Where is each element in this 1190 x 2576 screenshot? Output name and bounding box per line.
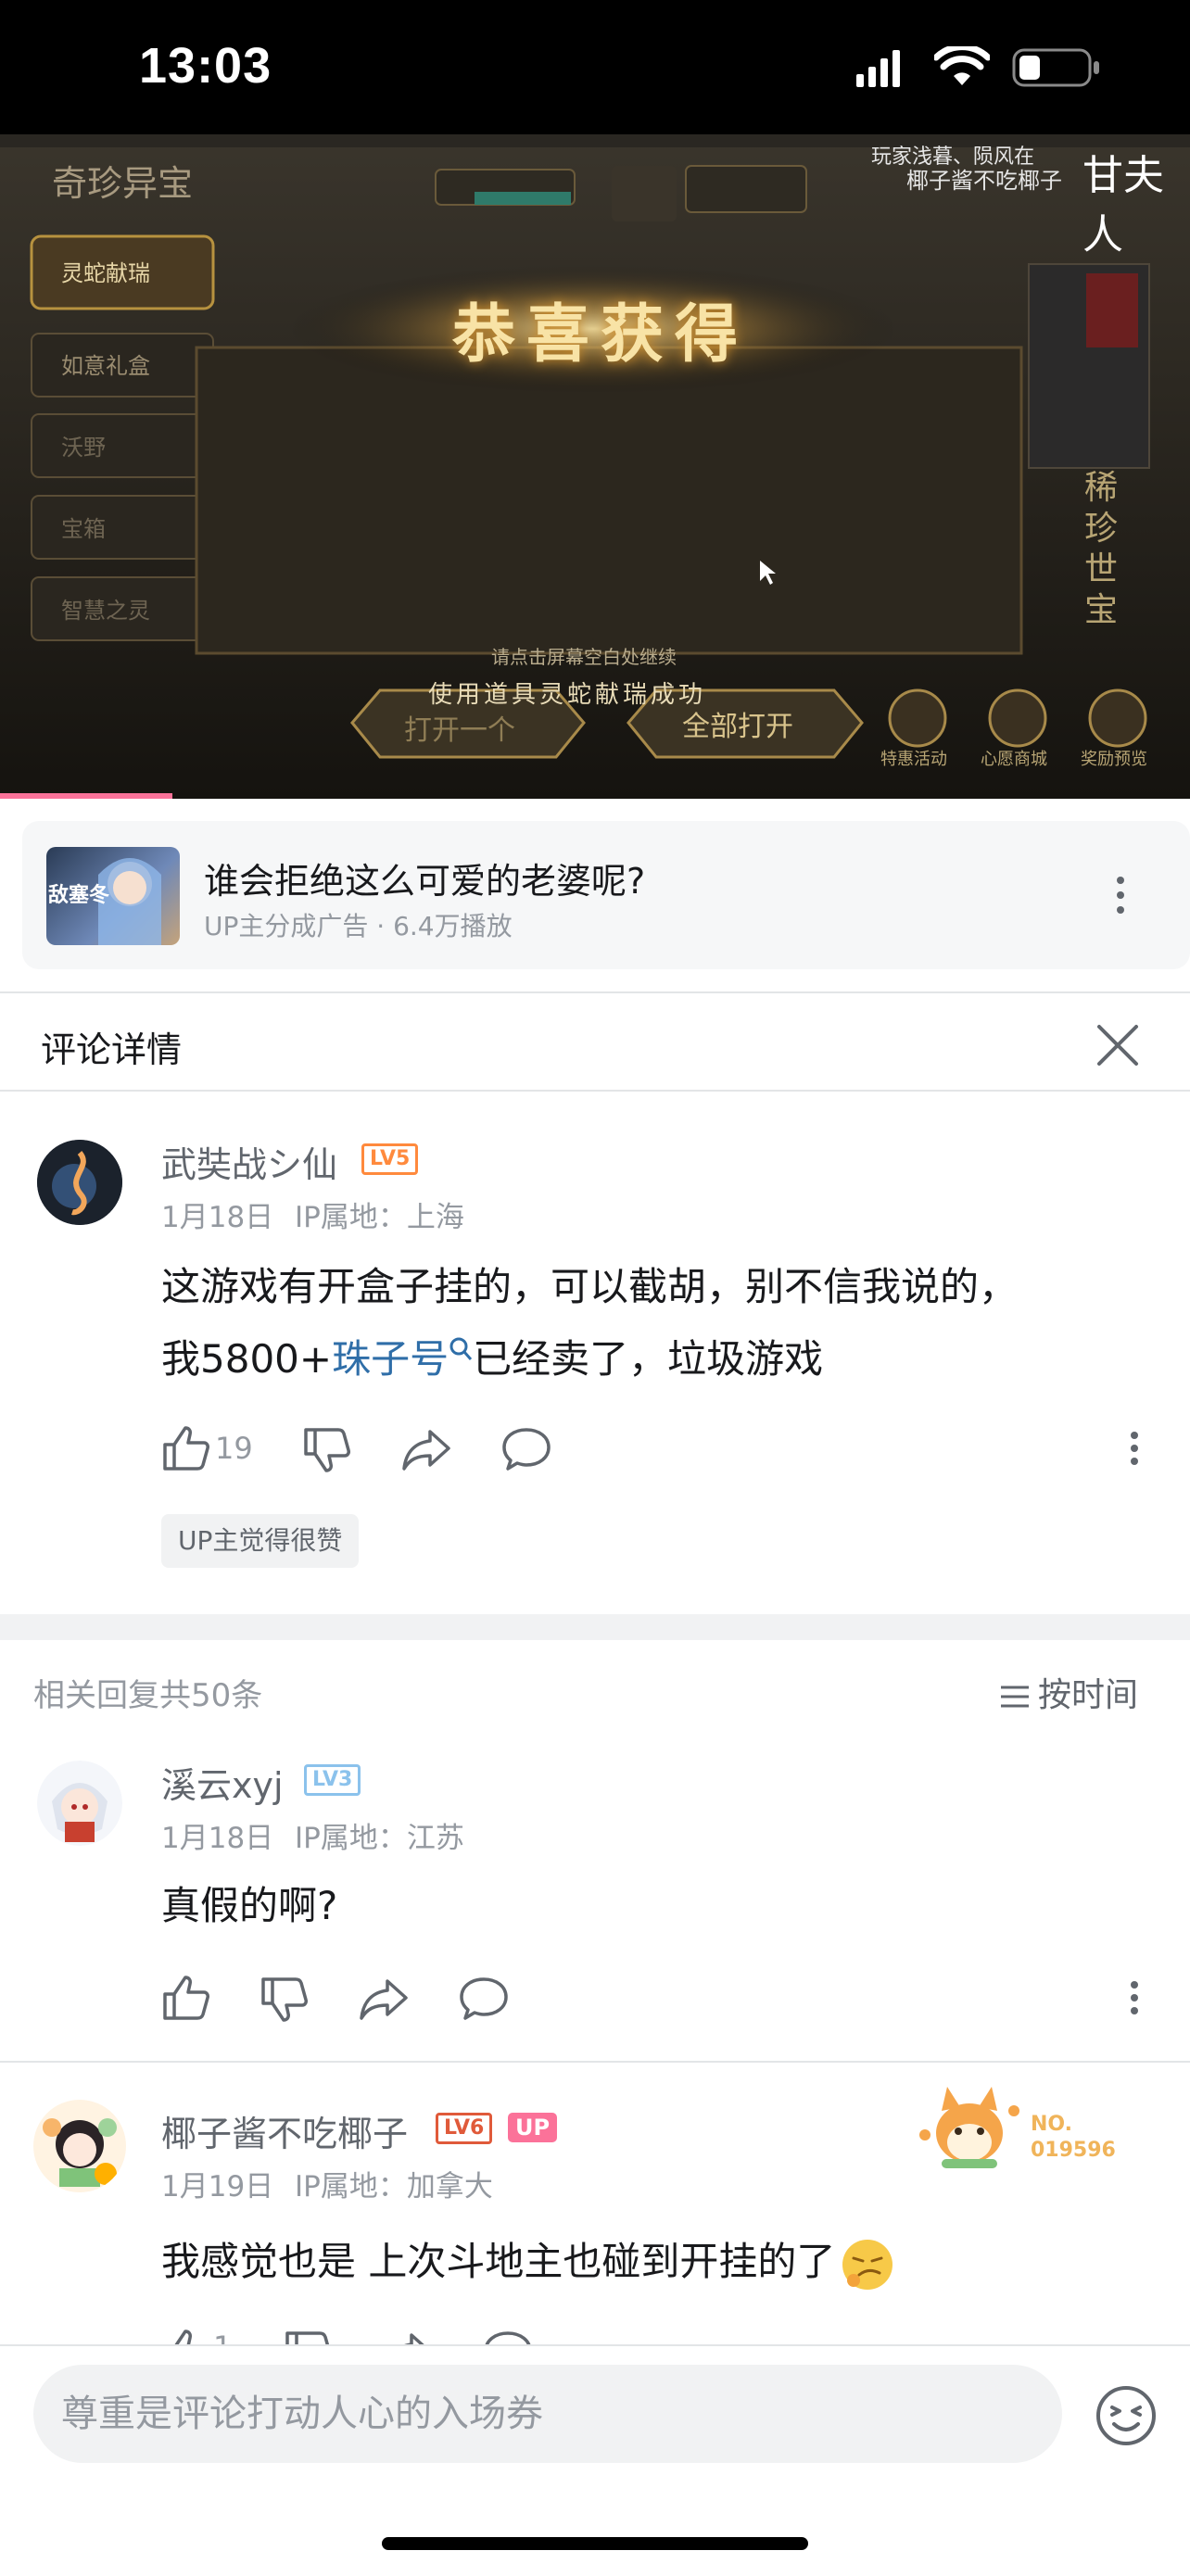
video-top-label: 奇珍异宝 [52, 163, 194, 204]
comment-input[interactable]: 尊重是评论打动人心的入场券 [33, 2365, 1062, 2463]
reply-date: 1月18日 [161, 1822, 274, 1855]
video-uploader-overlay: 椰子酱不吃椰子 [906, 168, 1062, 194]
video-player[interactable]: 奇珍异宝 玩家浅暮、陨风在 椰子酱不吃椰子 甘夫人 灵蛇献瑞 如意礼盒 沃野 宝… [0, 134, 1190, 799]
reply-date: 1月19日 [161, 2170, 274, 2203]
shiba-fan-badge-icon [919, 2087, 1019, 2168]
battery-icon [1012, 48, 1099, 87]
ad-thumb-text: 敌塞冬 [48, 884, 110, 907]
video-bottom-icon-1: 特惠活动 [880, 750, 947, 769]
video-success-text: 使用道具灵蛇献瑞成功 [428, 681, 707, 709]
reply-icon[interactable] [500, 1422, 552, 1474]
reply-ip: IP属地：加拿大 [295, 2170, 493, 2203]
video-bottom-icon-2: 心愿商城 [981, 750, 1047, 769]
video-bottom-icon-3: 奖励预览 [1081, 750, 1147, 769]
emoji-icon[interactable] [1094, 2383, 1158, 2448]
status-bar: 13:03 [0, 0, 1190, 134]
video-side-item-4: 宝箱 [61, 516, 106, 542]
comment-content-line1: 这游戏有开盒子挂的，可以截胡，别不信我说的， [161, 1264, 1019, 1309]
dislike-icon[interactable] [258, 1972, 310, 2024]
like-icon[interactable] [159, 1972, 211, 2024]
cellular-signal-icon [856, 50, 900, 87]
reply-content: 真假的啊? [161, 1883, 338, 1928]
share-icon[interactable] [358, 1972, 410, 2024]
comment-ip: IP属地：上海 [295, 1201, 464, 1234]
ad-card[interactable]: 敌塞冬 谁会拒绝这么可爱的老婆呢? UP主分成广告 · 6.4万播放 [22, 821, 1190, 969]
comment-date: 1月18日 [161, 1201, 274, 1234]
up-liked-badge: UP主觉得很赞 [161, 1514, 360, 1568]
reply-username[interactable]: 椰子酱不吃椰子 [161, 2105, 408, 2156]
like-icon[interactable] [159, 1422, 211, 1474]
wifi-icon [934, 46, 990, 85]
video-progress-bar[interactable] [0, 793, 172, 799]
like-count: 19 [215, 1431, 253, 1466]
more-icon[interactable] [1125, 1421, 1144, 1476]
search-icon[interactable] [449, 1336, 473, 1364]
divider [0, 991, 1190, 993]
more-icon[interactable] [1125, 1970, 1144, 2026]
emoji-sneer-icon [842, 2239, 893, 2290]
level-badge: LV5 [361, 1143, 419, 1175]
divider [0, 2061, 1190, 2063]
comment-detail-title: 评论详情 [41, 1029, 183, 1070]
status-time: 13:03 [139, 38, 272, 94]
comment-content-pre: 我5800+ [161, 1336, 333, 1382]
video-open-one: 打开一个 [404, 714, 515, 747]
up-tag: UP [508, 2113, 558, 2142]
reply-content: 我感觉也是 上次斗地主也碰到开挂的了 [161, 2239, 836, 2284]
reply-ip: IP属地：江苏 [295, 1822, 464, 1855]
home-indicator[interactable] [382, 2537, 808, 2550]
video-watermark: 甘夫人 [1082, 152, 1164, 259]
close-icon[interactable] [1090, 1017, 1146, 1073]
comment-content-post: 已经卖了，垃圾游戏 [473, 1336, 824, 1382]
reply-icon[interactable] [458, 1972, 510, 2024]
video-reward-title: 恭喜获得 [452, 297, 750, 372]
video-side-item-3: 沃野 [61, 435, 106, 461]
sort-icon [1001, 1686, 1029, 1708]
fan-number: 019596 [1031, 2139, 1116, 2162]
level-badge: LV3 [304, 1764, 361, 1796]
sort-label: 按时间 [1038, 1676, 1139, 1714]
fan-number-label: NO. [1031, 2113, 1072, 2136]
reply-username[interactable]: 溪云xyj [161, 1757, 284, 1808]
video-side-item-2: 如意礼盒 [61, 353, 150, 379]
level-badge: LV6 [436, 2113, 493, 2144]
avatar[interactable] [37, 1761, 122, 1846]
ad-more-icon[interactable] [1107, 867, 1134, 923]
section-separator [0, 1614, 1190, 1640]
ad-thumbnail[interactable]: 敌塞冬 [46, 847, 180, 945]
divider [0, 1090, 1190, 1092]
video-right-vertical: 稀珍世宝 [1084, 469, 1119, 629]
search-link[interactable]: 珠子号 [332, 1336, 449, 1382]
sort-button[interactable]: 按时间 [999, 1668, 1138, 1716]
ad-subtitle: UP主分成广告 · 6.4万播放 [204, 911, 513, 941]
avatar[interactable] [33, 2100, 126, 2192]
video-side-item-5: 智慧之灵 [61, 598, 150, 624]
share-icon[interactable] [400, 1422, 452, 1474]
ad-title[interactable]: 谁会拒绝这么可爱的老婆呢? [204, 852, 645, 903]
video-hint: 请点击屏幕空白处继续 [491, 646, 677, 668]
video-side-item-1: 灵蛇献瑞 [61, 260, 150, 286]
replies-count: 相关回复共50条 [33, 1677, 263, 1714]
comment-username[interactable]: 武奘战シ仙 [161, 1136, 337, 1187]
video-open-all: 全部打开 [682, 711, 793, 743]
dislike-icon[interactable] [300, 1422, 352, 1474]
avatar[interactable] [37, 1140, 122, 1225]
